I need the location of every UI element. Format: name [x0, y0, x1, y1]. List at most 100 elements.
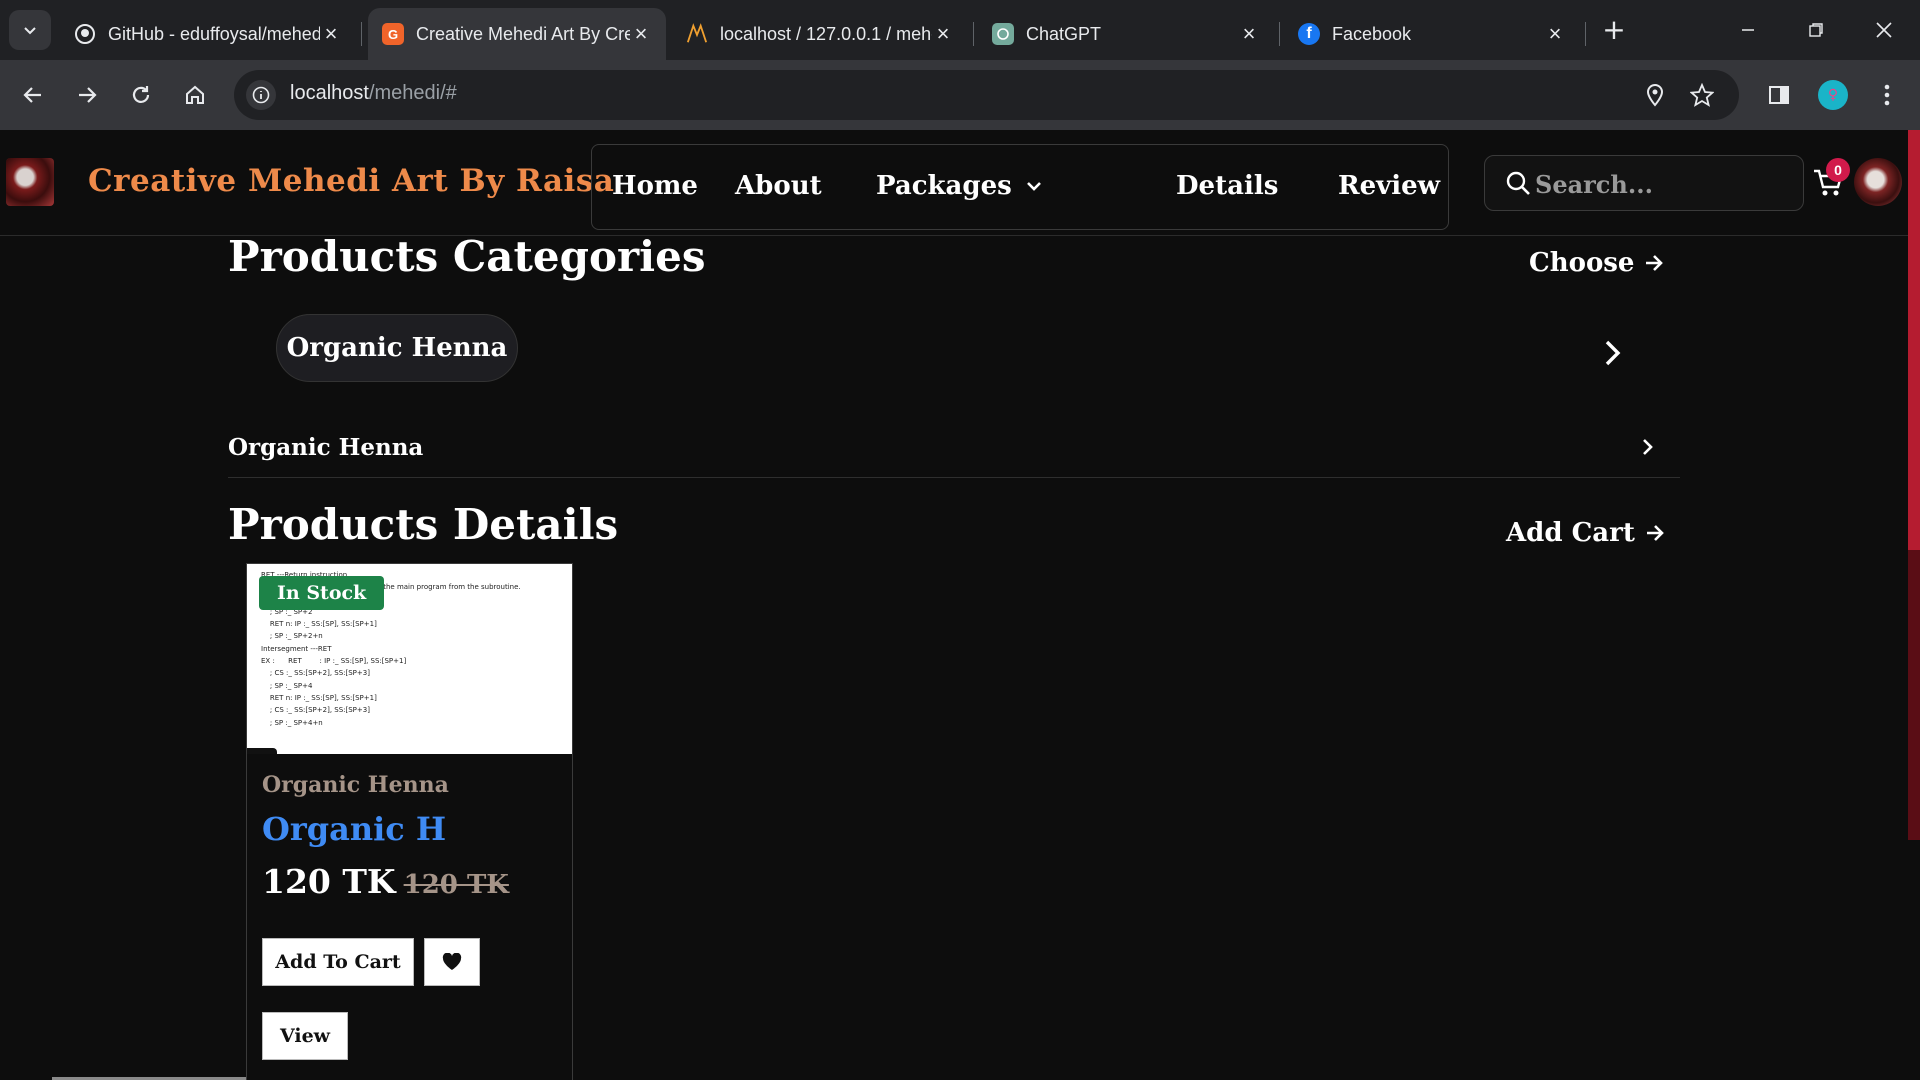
- view-button[interactable]: View: [262, 1012, 348, 1060]
- image-text-line: RET n: IP :_ SS:[SP], SS:[SP+1]: [261, 620, 377, 629]
- search-box: [1484, 155, 1804, 211]
- arrow-left-icon: [23, 87, 41, 103]
- add-to-cart-button[interactable]: Add To Cart: [262, 938, 414, 986]
- image-text-line: ; SP :_ SP+4: [261, 681, 313, 690]
- tab-separator: [973, 22, 974, 46]
- image-text-line: EX : RET : IP :_ SS:[SP], SS:[SP+1]: [261, 657, 407, 666]
- close-icon[interactable]: ×: [932, 21, 954, 47]
- new-tab-button[interactable]: +: [1598, 14, 1630, 46]
- main-nav: Home About Packages Details Review: [591, 144, 1449, 230]
- minimize-button[interactable]: [1728, 12, 1768, 48]
- tab-title: ChatGPT: [1026, 23, 1102, 44]
- nav-packages-label: Packages: [876, 171, 1012, 201]
- add-cart-link-label: Add Cart: [1506, 518, 1635, 548]
- site-info-icon[interactable]: [246, 80, 276, 110]
- restore-icon: [1809, 23, 1823, 37]
- bookmark-star-icon[interactable]: [1690, 83, 1714, 107]
- category-row[interactable]: Organic Henna: [228, 420, 1680, 478]
- image-text-line: ; CS :_ SS:[SP+2], SS:[SP+3]: [261, 706, 370, 715]
- product-price: 120 TK 120 TK: [262, 862, 509, 901]
- scrollbar-thumb[interactable]: [1908, 130, 1920, 550]
- scrollbar-track-bottom: [1908, 840, 1920, 1080]
- tab-title: GitHub - eduffoysal/mehedi: [108, 23, 320, 44]
- location-icon[interactable]: [1643, 83, 1667, 107]
- home-button[interactable]: [176, 76, 214, 114]
- address-bar[interactable]: localhost/mehedi/#: [234, 70, 1739, 120]
- cart-button[interactable]: 0: [1812, 158, 1852, 206]
- image-corner-mark: [247, 748, 277, 754]
- close-icon[interactable]: ×: [320, 21, 342, 47]
- forward-button[interactable]: [68, 76, 106, 114]
- close-icon[interactable]: ×: [1238, 21, 1260, 47]
- tab-github[interactable]: GitHub - eduffoysal/mehedi ×: [60, 8, 356, 60]
- side-panel-icon[interactable]: [1762, 78, 1796, 112]
- site-name[interactable]: Creative Mehedi Art By Raisa: [88, 163, 614, 199]
- profile-icon: ♀: [1818, 80, 1848, 110]
- phpmyadmin-icon: [686, 23, 708, 45]
- image-text-line: ; SP :_ SP+2+n: [261, 632, 323, 641]
- wishlist-button[interactable]: [424, 938, 480, 986]
- chevron-down-icon: [24, 27, 36, 35]
- site-icon: G: [382, 23, 404, 45]
- restore-button[interactable]: [1796, 12, 1836, 48]
- close-icon[interactable]: ×: [630, 21, 652, 47]
- tab-title: Creative Mehedi Art By Creative: [416, 23, 630, 44]
- arrow-right-icon: [1646, 255, 1664, 271]
- nav-about[interactable]: About: [735, 171, 822, 201]
- details-title: Products Details: [228, 500, 619, 549]
- facebook-icon: f: [1298, 23, 1320, 45]
- browser-menu-button[interactable]: [1870, 78, 1904, 112]
- product-category: Organic Henna: [262, 772, 449, 798]
- tab-separator: [1279, 22, 1280, 46]
- tab-creative-mehedi[interactable]: G Creative Mehedi Art By Creative ×: [368, 8, 666, 60]
- browser-toolbar: localhost/mehedi/# ♀: [0, 60, 1920, 130]
- user-avatar[interactable]: [1854, 158, 1902, 206]
- image-text-line: ; CS :_ SS:[SP+2], SS:[SP+3]: [261, 669, 370, 678]
- url-text[interactable]: localhost/mehedi/#: [290, 82, 457, 105]
- tab-separator: [361, 22, 362, 46]
- add-cart-link[interactable]: Add Cart: [1506, 518, 1665, 548]
- minimize-icon: [1742, 29, 1754, 31]
- tab-chatgpt[interactable]: ChatGPT ×: [978, 8, 1274, 60]
- categories-title: Products Categories: [228, 232, 706, 281]
- choose-link[interactable]: Choose: [1529, 248, 1664, 278]
- chevron-right-icon: [1605, 340, 1621, 366]
- search-input[interactable]: [1535, 164, 1785, 204]
- carousel-next-button[interactable]: [1602, 338, 1630, 372]
- close-icon[interactable]: ×: [1544, 21, 1566, 47]
- nav-details[interactable]: Details: [1176, 171, 1278, 201]
- tab-title: Facebook: [1332, 23, 1412, 44]
- price-old: 120 TK: [403, 870, 509, 900]
- category-row-label: Organic Henna: [228, 434, 424, 461]
- chevron-down-icon: [1026, 182, 1041, 191]
- nav-review[interactable]: Review: [1338, 171, 1440, 201]
- stock-badge: In Stock: [259, 576, 385, 610]
- github-icon: [74, 23, 96, 45]
- reload-button[interactable]: [122, 76, 160, 114]
- page-scrollbar[interactable]: [1908, 130, 1920, 1080]
- product-card: RET ---Return instruction to return to t…: [246, 563, 573, 1080]
- tab-title: localhost / 127.0.0.1 / mehedi: [720, 23, 932, 44]
- reload-icon: [132, 86, 150, 103]
- back-button[interactable]: [14, 76, 52, 114]
- more-vert-icon: [1884, 84, 1890, 106]
- tab-facebook[interactable]: f Facebook ×: [1284, 8, 1580, 60]
- nav-home[interactable]: Home: [612, 171, 698, 201]
- arrow-right-icon: [1646, 525, 1664, 541]
- category-chip[interactable]: Organic Henna: [276, 314, 518, 382]
- tab-phpmyadmin[interactable]: localhost / 127.0.0.1 / mehedi ×: [672, 8, 968, 60]
- profile-avatar[interactable]: ♀: [1816, 78, 1850, 112]
- image-text-line: RET n: IP :_ SS:[SP], SS:[SP+1]: [261, 693, 377, 702]
- close-icon: [1876, 22, 1892, 38]
- tab-separator: [1585, 22, 1586, 46]
- site-logo[interactable]: [6, 158, 54, 206]
- product-title[interactable]: Organic H: [262, 810, 446, 848]
- browser-tab-strip: GitHub - eduffoysal/mehedi × G Creative …: [0, 0, 1920, 60]
- image-text-line: ; SP :_ SP+4+n: [261, 718, 323, 727]
- close-window-button[interactable]: [1864, 12, 1904, 48]
- chatgpt-icon: [992, 23, 1014, 45]
- nav-packages[interactable]: Packages: [876, 171, 1042, 201]
- arrow-right-icon: [79, 87, 97, 103]
- home-icon: [186, 85, 204, 104]
- tab-search-button[interactable]: [9, 10, 51, 50]
